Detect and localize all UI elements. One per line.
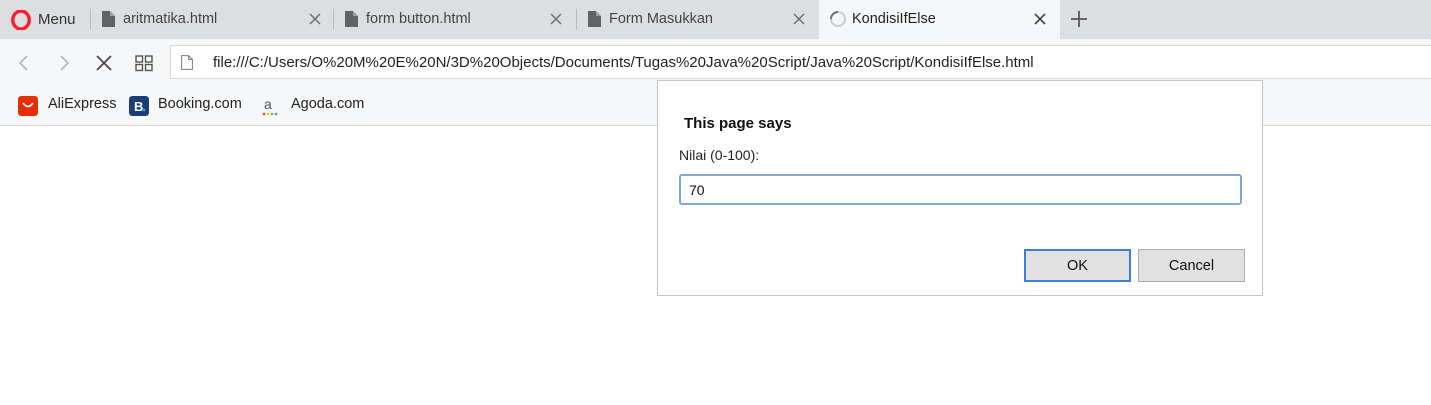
svg-text:B: B (134, 99, 143, 114)
close-tab-icon[interactable] (1033, 12, 1047, 26)
document-icon (588, 11, 601, 27)
tab-title: KondisiIfElse (852, 11, 936, 27)
address-bar[interactable]: file:///C:/Users/O%20M%20E%20N/3D%20Obje… (170, 45, 1431, 79)
document-icon (102, 11, 115, 27)
navigation-toolbar: file:///C:/Users/O%20M%20E%20N/3D%20Obje… (0, 39, 1431, 86)
ok-button[interactable]: OK (1024, 249, 1131, 282)
tab-separator (576, 9, 577, 30)
bookmark-label: Agoda.com (291, 96, 365, 112)
bookmark-booking[interactable]: B Booking.com (129, 93, 249, 117)
tab-kondisiifelse[interactable]: KondisiIfElse (819, 0, 1060, 39)
opera-menu-button[interactable]: Menu (0, 0, 90, 39)
tab-title: Form Masukkan (609, 11, 713, 27)
tab-separator (90, 9, 91, 30)
menu-label: Menu (38, 11, 76, 28)
bookmark-agoda[interactable]: a Agoda.com (261, 93, 371, 117)
close-tab-icon[interactable] (308, 12, 322, 26)
dialog-title: This page says (684, 115, 792, 132)
svg-text:a: a (264, 96, 272, 112)
tab-title: aritmatika.html (123, 11, 218, 27)
page-info-icon[interactable] (181, 55, 193, 70)
bookmark-aliexpress[interactable]: AliExpress (18, 93, 118, 117)
prompt-input[interactable] (679, 174, 1242, 205)
close-tab-icon[interactable] (792, 12, 806, 26)
new-tab-plus-icon[interactable] (1069, 9, 1089, 29)
tab-form-masukkan[interactable]: Form Masukkan (576, 0, 819, 39)
prompt-dialog: This page says Nilai (0-100): OK Cancel (657, 80, 1263, 296)
tab-form-button[interactable]: form button.html (333, 0, 576, 39)
loading-spinner-icon (830, 11, 846, 27)
bookmark-label: AliExpress (48, 96, 117, 112)
tab-overview-grid-icon[interactable] (134, 53, 154, 73)
document-icon (345, 11, 358, 27)
back-icon[interactable] (14, 53, 34, 73)
forward-icon[interactable] (54, 53, 74, 73)
browser-window: Menu aritmatika.html form button.html Fo… (0, 0, 1431, 405)
tab-title: form button.html (366, 11, 471, 27)
opera-logo-icon (11, 10, 31, 30)
stop-loading-icon[interactable] (94, 53, 114, 73)
booking-icon: B (129, 96, 149, 116)
url-text: file:///C:/Users/O%20M%20E%20N/3D%20Obje… (213, 54, 1034, 71)
cancel-button[interactable]: Cancel (1138, 249, 1245, 282)
bookmark-label: Booking.com (158, 96, 242, 112)
close-tab-icon[interactable] (549, 12, 563, 26)
tab-separator (333, 9, 334, 30)
dialog-message: Nilai (0-100): (679, 147, 760, 163)
tab-aritmatika[interactable]: aritmatika.html (90, 0, 333, 39)
agoda-icon: a (262, 96, 278, 116)
aliexpress-icon (18, 96, 38, 116)
tab-strip: Menu aritmatika.html form button.html Fo… (0, 0, 1431, 39)
